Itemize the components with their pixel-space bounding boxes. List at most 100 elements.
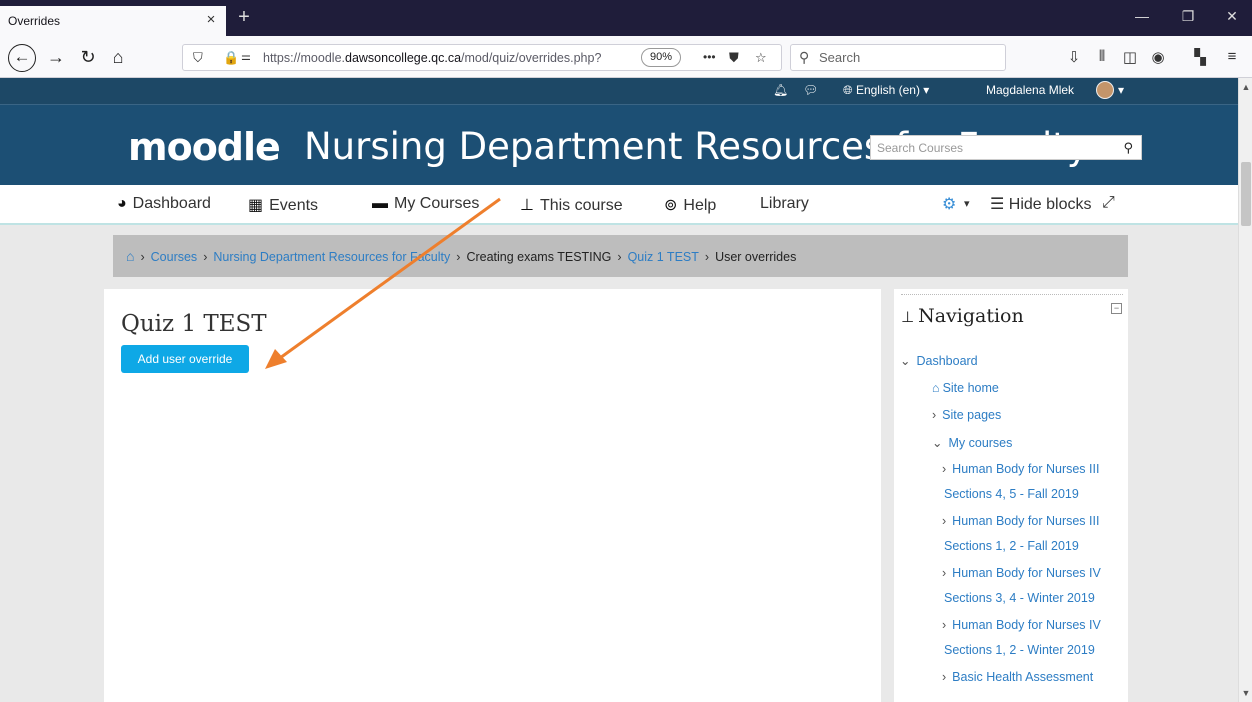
notifications-bell-icon[interactable]: 🔔︎	[773, 83, 788, 97]
language-menu[interactable]: 🌐︎ English (en) ▾	[843, 83, 929, 98]
settings-caret-icon[interactable]: ▾	[964, 197, 970, 210]
nav-item-course[interactable]: › Human Body for Nurses IV	[942, 618, 1101, 632]
browser-search-field[interactable]: ⚲ Search	[790, 44, 1006, 71]
forward-arrow-icon[interactable]: →	[44, 45, 68, 69]
bookmark-star-icon[interactable]: ☆	[755, 50, 767, 66]
fullscreen-expand-icon[interactable]: ⤢	[1102, 194, 1115, 212]
back-arrow-icon[interactable]: ←	[8, 44, 36, 72]
scroll-down-arrow-icon[interactable]: ▼	[1241, 688, 1251, 698]
nav-item-course-sections[interactable]: Sections 1, 2 - Fall 2019	[944, 539, 1079, 553]
close-window-button[interactable]: ✕	[1220, 8, 1244, 25]
expanded-caret-icon: ⌄	[932, 436, 943, 450]
collapsed-caret-icon: ›	[932, 408, 937, 422]
zoom-level-badge[interactable]: 90%	[641, 48, 682, 67]
menu-item-events[interactable]: ▦ Events	[248, 195, 318, 215]
moodle-logo[interactable]: moodle	[128, 125, 281, 169]
menu-label: My Courses	[394, 195, 480, 212]
menu-item-help[interactable]: ⊚ Help	[664, 195, 716, 215]
tachometer-icon: ◕	[117, 195, 127, 212]
breadcrumb-current: User overrides	[715, 250, 797, 264]
lock-icon[interactable]: 🔒	[223, 50, 239, 66]
browser-tab-bar: Overrides × + — ❐ ✕	[0, 0, 1252, 36]
home-icon[interactable]: ⌂	[126, 248, 134, 264]
menu-item-this-course[interactable]: ⊥ This course	[520, 195, 623, 215]
nav-label: Dashboard	[916, 354, 978, 368]
collapse-block-icon[interactable]: −	[1111, 303, 1122, 314]
nav-item-course[interactable]: › Human Body for Nurses III	[942, 462, 1099, 476]
sitemap-icon: ⊥	[901, 308, 915, 326]
nav-item-course-sections[interactable]: Sections 3, 4 - Winter 2019	[944, 591, 1095, 605]
breadcrumb-separator: ›	[203, 250, 208, 264]
minimize-button[interactable]: —	[1130, 8, 1154, 24]
restore-button[interactable]: ❐	[1176, 8, 1200, 25]
sitemap-icon: ⊥	[520, 197, 534, 214]
nav-label: Site pages	[942, 408, 1002, 422]
downloads-icon[interactable]: ⇩	[1064, 48, 1084, 66]
new-tab-button[interactable]: +	[232, 4, 256, 30]
nav-label: Human Body for Nurses IV	[952, 566, 1101, 580]
nav-label: Human Body for Nurses IV	[952, 618, 1101, 632]
avatar[interactable]	[1096, 81, 1114, 99]
add-user-override-button[interactable]: Add user override	[121, 345, 249, 373]
home-icon: ⌂	[932, 381, 940, 395]
breadcrumb-separator: ›	[140, 250, 145, 264]
nav-label: Site home	[942, 381, 999, 395]
breadcrumb-quiz[interactable]: Quiz 1 TEST	[628, 250, 699, 264]
breadcrumb-courses[interactable]: Courses	[151, 250, 198, 264]
calendar-icon: ▦	[248, 197, 264, 214]
browser-tab[interactable]: Overrides ×	[0, 6, 226, 36]
home-icon[interactable]: ⌂	[106, 45, 130, 69]
tracking-shield-icon[interactable]: ⛉	[193, 50, 203, 66]
messages-icon[interactable]: 💬︎	[803, 83, 818, 97]
account-icon[interactable]: ◉	[1148, 48, 1168, 66]
nav-label: Basic Health Assessment	[952, 670, 1094, 684]
list-icon: ☰	[990, 196, 1009, 213]
main-content: Quiz 1 TEST Add user override	[104, 289, 881, 702]
extension-icon[interactable]: ▚	[1190, 48, 1210, 66]
nav-item-course[interactable]: › Human Body for Nurses III	[942, 514, 1099, 528]
course-search: ⚲	[870, 135, 1142, 160]
user-name[interactable]: Magdalena Mlek	[986, 83, 1074, 97]
reload-icon[interactable]: ↻	[76, 45, 100, 69]
nav-label: Human Body for Nurses III	[952, 514, 1100, 528]
menu-hamburger-icon[interactable]: ≡	[1222, 48, 1242, 65]
nav-item-my-courses[interactable]: ⌄ My courses	[932, 435, 1012, 450]
url-bar[interactable]: ⛉ 🔒 ⚌ https://moodle.dawsoncollege.qc.ca…	[182, 44, 782, 71]
nav-item-course-sections[interactable]: Sections 1, 2 - Winter 2019	[944, 643, 1095, 657]
pocket-icon[interactable]: ⛊	[729, 50, 739, 66]
library-icon[interactable]: ⫴	[1092, 48, 1112, 65]
nav-item-course-sections[interactable]: Sections 4, 5 - Fall 2019	[944, 487, 1079, 501]
menu-label: Dashboard	[132, 195, 211, 212]
block-title: ⊥ Navigation	[901, 305, 1024, 327]
breadcrumb-separator: ›	[617, 250, 622, 264]
nav-item-course[interactable]: › Human Body for Nurses IV	[942, 566, 1101, 580]
nav-label: My courses	[948, 436, 1013, 450]
sidebar-icon[interactable]: ◫	[1120, 48, 1140, 66]
nav-item-site-home[interactable]: ⌂ Site home	[932, 381, 999, 395]
nav-item-dashboard[interactable]: ⌄ Dashboard	[900, 353, 978, 368]
course-search-input[interactable]	[871, 136, 1101, 159]
menu-item-library[interactable]: Library	[760, 195, 809, 213]
search-icon[interactable]: ⚲	[1123, 140, 1133, 156]
settings-gear-icon[interactable]: ⚙	[942, 194, 956, 214]
nav-item-course[interactable]: › Basic Health Assessment	[942, 670, 1093, 684]
breadcrumb-separator: ›	[704, 250, 710, 264]
menu-item-my-courses[interactable]: ▬ My Courses	[372, 195, 479, 213]
scrollbar-thumb[interactable]	[1241, 162, 1251, 226]
page-actions-icon[interactable]: •••	[703, 50, 716, 64]
permissions-icon[interactable]: ⚌	[241, 50, 251, 63]
collapsed-caret-icon: ›	[942, 670, 947, 684]
breadcrumb-course[interactable]: Nursing Department Resources for Faculty	[213, 250, 450, 264]
close-tab-icon[interactable]: ×	[202, 11, 220, 29]
user-menu-caret-icon[interactable]: ▾	[1118, 83, 1124, 97]
nav-item-site-pages[interactable]: › Site pages	[932, 408, 1001, 422]
hide-blocks-button[interactable]: ☰ Hide blocks	[990, 194, 1092, 214]
breadcrumb-separator: ›	[456, 250, 461, 264]
scroll-up-arrow-icon[interactable]: ▲	[1241, 82, 1251, 92]
navigation-block: ⊥ Navigation − ⌄ Dashboard ⌂ Site home › Sit…	[894, 289, 1128, 702]
page-scrollbar[interactable]: ▲ ▼	[1238, 78, 1252, 702]
nav-label: Human Body for Nurses III	[952, 462, 1100, 476]
collapsed-caret-icon: ›	[942, 566, 947, 580]
menu-item-dashboard[interactable]: ◕ Dashboard	[117, 195, 211, 213]
collapsed-caret-icon: ›	[942, 462, 947, 476]
